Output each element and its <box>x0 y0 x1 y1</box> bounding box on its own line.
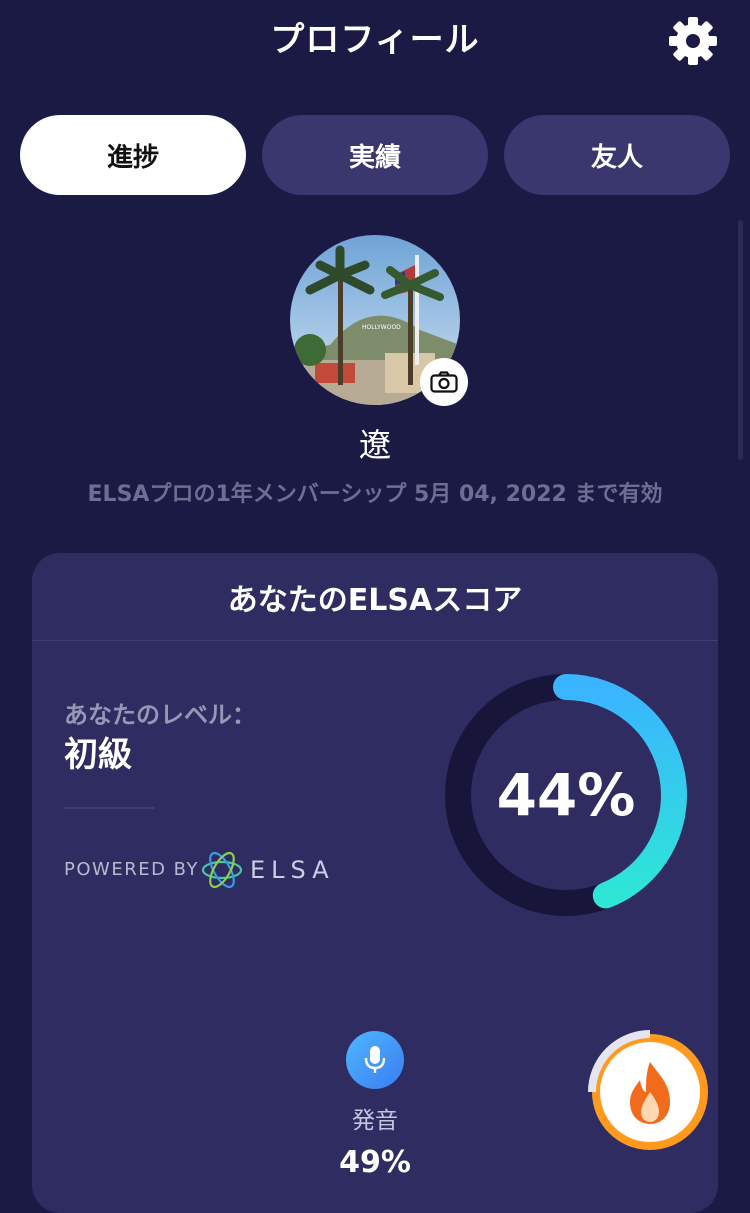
camera-icon <box>430 371 458 393</box>
score-value: 44% <box>496 761 636 829</box>
tab-achievements[interactable]: 実績 <box>262 115 488 195</box>
page-title: プロフィール <box>270 20 480 60</box>
level-label: あなたのレベル： <box>64 701 256 729</box>
divider <box>32 640 718 641</box>
level-value: 初級 <box>64 735 132 775</box>
gear-icon[interactable] <box>666 14 720 68</box>
pronunciation-skill-button[interactable] <box>346 1031 404 1089</box>
score-card-title: あなたのELSAスコア <box>227 583 523 618</box>
skill-score: 49% <box>339 1145 411 1180</box>
user-name: 遼 <box>358 426 391 464</box>
skill-label: 発音 <box>352 1108 398 1134</box>
svg-text:HOLLYWOOD: HOLLYWOOD <box>362 324 401 331</box>
tab-friends[interactable]: 友人 <box>504 115 730 195</box>
elsa-logo-icon <box>201 851 243 889</box>
change-photo-button[interactable] <box>420 358 468 406</box>
microphone-icon <box>364 1046 386 1073</box>
tab-progress[interactable]: 進捗 <box>20 115 246 195</box>
divider <box>64 807 154 809</box>
powered-by-label: POWERED BY <box>64 859 200 880</box>
profile-tabs: 進捗 実績 友人 <box>20 115 730 195</box>
membership-status: ELSAプロの1年メンバーシップ 5月 04, 2022 まで有効 <box>87 482 663 507</box>
elsa-brand: ELSA <box>250 856 335 884</box>
streak-button[interactable] <box>588 1030 712 1154</box>
